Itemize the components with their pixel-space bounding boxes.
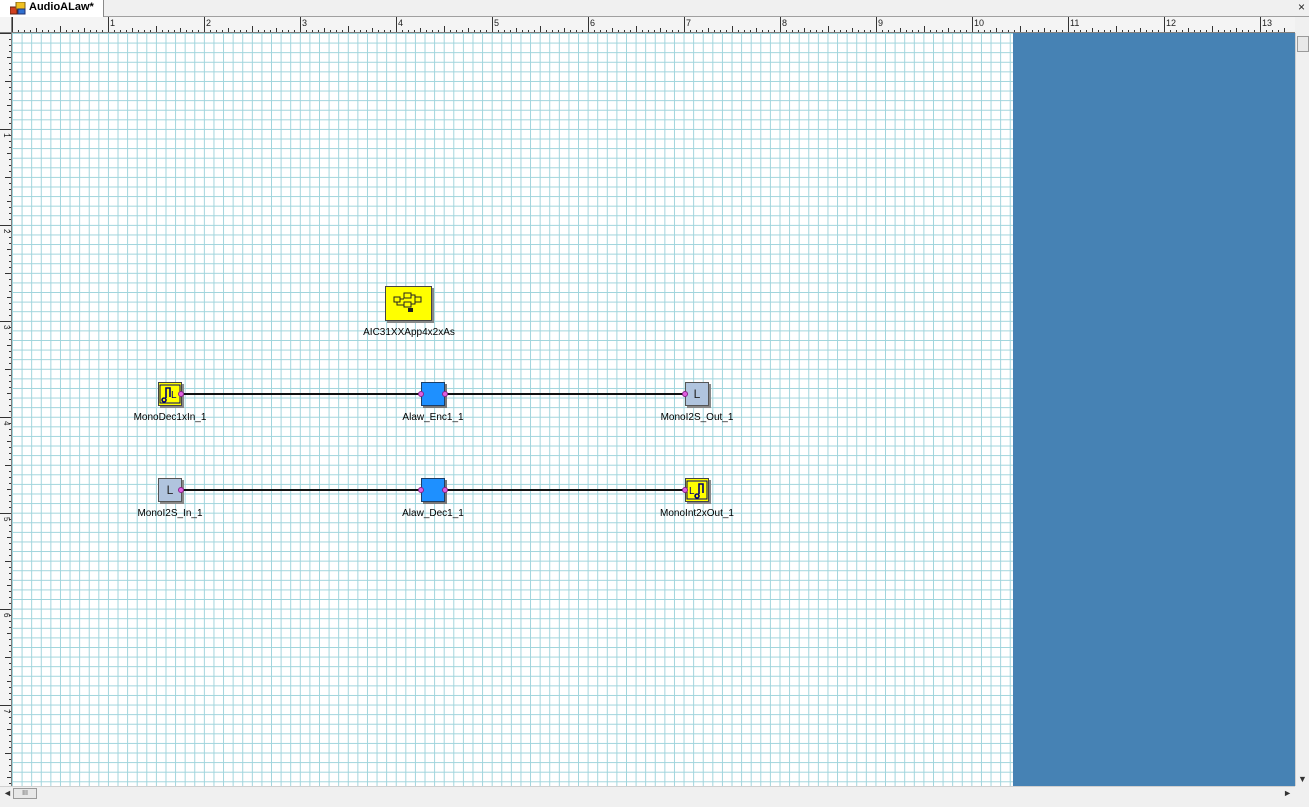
monodec-out-port[interactable] bbox=[178, 391, 184, 397]
music-note-icon: L bbox=[686, 480, 708, 500]
design-grid[interactable] bbox=[12, 33, 1014, 786]
dec-out-port[interactable] bbox=[442, 487, 448, 493]
i2s-out-in-port[interactable] bbox=[682, 391, 688, 397]
aic-system-block[interactable] bbox=[385, 286, 432, 321]
tab-title: AudioALaw* bbox=[29, 1, 94, 13]
scroll-left-arrow-icon[interactable]: ◄ bbox=[3, 788, 12, 798]
vertical-scrollbar[interactable]: ▼ bbox=[1295, 33, 1309, 786]
ruler-label: 7 bbox=[686, 18, 691, 28]
monoint-in-port[interactable] bbox=[682, 487, 688, 493]
ruler-label: 3 bbox=[2, 325, 11, 330]
tab-audioalaw[interactable]: AudioALaw* bbox=[0, 0, 104, 17]
scroll-down-arrow-icon[interactable]: ▼ bbox=[1298, 774, 1307, 784]
wire-dec-monoint[interactable] bbox=[446, 489, 686, 491]
ruler-label: 8 bbox=[782, 18, 787, 28]
i2s-in-label: MonoI2S_In_1 bbox=[137, 508, 203, 519]
ruler-label: 1 bbox=[2, 133, 11, 138]
ruler-label: 5 bbox=[494, 18, 499, 28]
ruler-label: 13 bbox=[1262, 18, 1272, 28]
i2s-out-label: MonoI2S_Out_1 bbox=[660, 412, 734, 423]
horizontal-ruler-ticks: 1 2 3 4 5 6 7 8 9 10 11 12 13 bbox=[12, 17, 1285, 32]
horizontal-ruler: 1 2 3 4 5 6 7 8 9 10 11 12 13 bbox=[12, 17, 1295, 33]
horizontal-scrollbar[interactable]: ◄ III ► bbox=[0, 786, 1295, 800]
close-icon[interactable]: × bbox=[1298, 0, 1305, 14]
ruler-label: 5 bbox=[2, 517, 11, 522]
scrollbar-corner bbox=[1295, 786, 1309, 800]
svg-text:L: L bbox=[171, 390, 177, 401]
ruler-label: 6 bbox=[2, 613, 11, 618]
document-tab-strip: AudioALaw* × bbox=[0, 0, 1309, 17]
ruler-corner bbox=[0, 17, 12, 33]
ruler-label: 10 bbox=[974, 18, 984, 28]
alaw-dec-label: Alaw_Dec1_1 bbox=[402, 508, 464, 519]
monoint-audio-out-block[interactable]: L bbox=[685, 478, 709, 502]
ruler-label: 2 bbox=[206, 18, 211, 28]
ruler-label: 1 bbox=[110, 18, 115, 28]
ruler-label: 11 bbox=[1070, 18, 1079, 28]
enc-in-port[interactable] bbox=[418, 391, 424, 397]
scroll-right-arrow-icon[interactable]: ► bbox=[1283, 788, 1292, 798]
diagram-canvas[interactable]: AIC31XXApp4x2xAs L MonoDec1xIn_1 Alaw_En… bbox=[12, 33, 1295, 786]
alaw-enc-label: Alaw_Enc1_1 bbox=[402, 412, 464, 423]
dec-in-port[interactable] bbox=[418, 487, 424, 493]
monoint-label: MonoInt2xOut_1 bbox=[660, 508, 734, 519]
ruler-label: 7 bbox=[2, 709, 11, 714]
ruler-label: 9 bbox=[878, 18, 883, 28]
ruler-label: 3 bbox=[302, 18, 307, 28]
i2s-in-glyph: L bbox=[166, 483, 174, 497]
horizontal-scroll-thumb[interactable]: III bbox=[13, 788, 37, 799]
vertical-ruler: 1 2 3 4 5 6 7 bbox=[0, 33, 12, 786]
enc-out-port[interactable] bbox=[442, 391, 448, 397]
system-block-icon bbox=[393, 292, 422, 312]
ruler-label: 4 bbox=[2, 421, 11, 426]
i2s-in-out-port[interactable] bbox=[178, 487, 184, 493]
ruler-label: 12 bbox=[1166, 18, 1176, 28]
svg-text:L: L bbox=[689, 486, 695, 497]
wire-monodec-enc[interactable] bbox=[182, 393, 420, 395]
canvas-outside-area bbox=[1013, 33, 1295, 786]
vertical-ruler-ticks: 1 2 3 4 5 6 7 bbox=[0, 33, 11, 784]
vertical-scroll-thumb[interactable] bbox=[1297, 36, 1309, 52]
diagram-app-icon bbox=[10, 2, 26, 15]
ruler-label: 6 bbox=[590, 18, 595, 28]
ruler-label: 2 bbox=[2, 229, 11, 234]
aic-label: AIC31XXApp4x2xAs bbox=[363, 327, 455, 338]
ruler-label: 4 bbox=[398, 18, 403, 28]
bottom-edge bbox=[0, 800, 1309, 807]
wire-enc-i2sout[interactable] bbox=[446, 393, 686, 395]
i2s-out-block[interactable]: L bbox=[685, 382, 709, 406]
i2s-out-glyph: L bbox=[693, 387, 701, 401]
wire-i2sin-dec[interactable] bbox=[182, 489, 420, 491]
monodec-label: MonoDec1xIn_1 bbox=[133, 412, 207, 423]
